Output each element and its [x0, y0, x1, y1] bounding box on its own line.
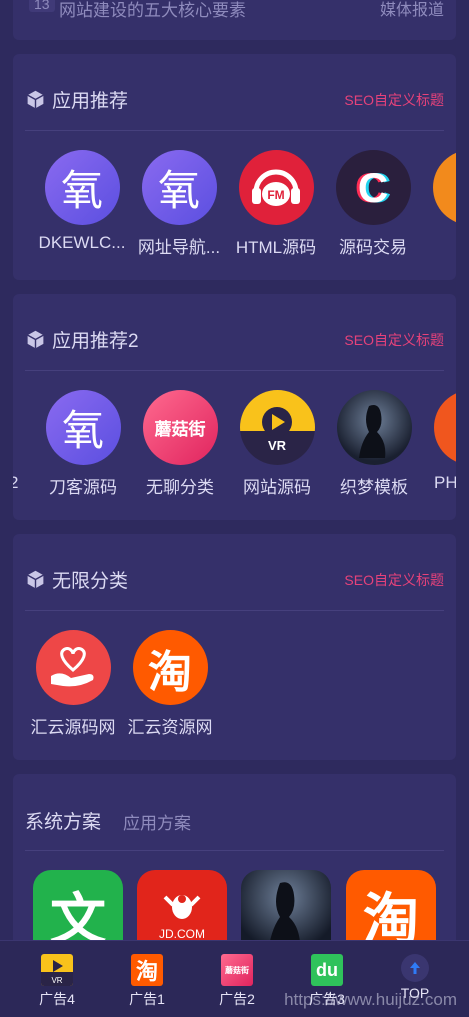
app-name: 汇云源码网 — [30, 718, 116, 737]
app-name: 织梦模板 — [340, 478, 408, 497]
section-title-text: 应用推荐 — [52, 91, 129, 112]
app-name: 汇云资源网 — [127, 718, 213, 737]
partial-app-icon — [433, 390, 456, 465]
app-name: HTML源码 — [235, 238, 317, 257]
nav-ad1[interactable]: 淘 广告1 — [117, 954, 177, 1009]
app-item[interactable]: 织梦模板 — [325, 390, 423, 498]
news-index: 13 — [29, 0, 55, 12]
svg-text:FM: FM — [267, 188, 284, 202]
section-title: 应用推荐2 — [25, 326, 139, 353]
section-title-text: 无限分类 — [52, 571, 129, 592]
oxygen-app-icon: 氧 — [44, 150, 120, 225]
app-name: 刀 — [421, 233, 456, 258]
vr-play-icon: VR — [239, 390, 315, 465]
card-header: 系统方案 应用方案 — [25, 774, 444, 851]
nav-label: 广告1 — [129, 991, 165, 1007]
card-header: 无限分类 SEO自定义标题 — [25, 534, 444, 611]
mogujie-icon: 蘑菇街 — [142, 390, 218, 465]
app-item[interactable]: PH — [422, 390, 456, 493]
app-item[interactable]: 汇云源码网 — [24, 630, 122, 738]
app-item[interactable]: C 源码交易 — [324, 150, 422, 258]
glitch-logo-icon: C — [335, 150, 411, 225]
app-row: 氧 DKEWLC... 氧 网址导航... FM HTML源码 C 源码交易 刀 — [13, 150, 456, 270]
cube-icon — [27, 90, 44, 109]
taobao-icon: 淘 — [131, 954, 163, 986]
app-name: PH — [434, 473, 456, 492]
tab-system-solution[interactable]: 系统方案 — [25, 807, 101, 834]
app-item[interactable]: VR 网站源码 — [228, 390, 326, 498]
tab-app-solution[interactable]: 应用方案 — [123, 809, 191, 834]
seo-custom-title-link[interactable]: SEO自定义标题 — [344, 570, 444, 590]
mogujie-icon: 蘑菇街 — [221, 954, 253, 986]
seo-custom-title-link[interactable]: SEO自定义标题 — [344, 90, 444, 110]
nav-label: 广告4 — [39, 991, 75, 1007]
app-row: 2 氧 刀客源码 蘑菇街 无聊分类 VR 网站源码 织梦模板 PH — [13, 390, 456, 510]
unlimited-category-card: 无限分类 SEO自定义标题 汇云源码网 淘 汇云资源网 — [13, 534, 456, 760]
card-header: 应用推荐2 SEO自定义标题 — [25, 294, 444, 371]
news-source: 媒体报道 — [379, 2, 444, 19]
silhouette-icon — [336, 390, 412, 465]
nav-ad4[interactable]: VR 广告4 — [27, 954, 87, 1009]
app-name: DKEWLC... — [38, 233, 126, 252]
watermark: https://www.huijuz.com — [284, 990, 457, 1009]
app-item[interactable]: 氧 网址导航... — [130, 150, 228, 258]
app-item[interactable]: 刀 — [421, 150, 456, 258]
vr-play-icon: VR — [41, 954, 73, 986]
news-item[interactable]: 13 网站建设的五大核心要素 媒体报道 — [29, 0, 444, 20]
app-name: 源码交易 — [339, 238, 407, 257]
news-card: 13 网站建设的五大核心要素 媒体报道 — [13, 0, 456, 40]
taobao-icon: 淘 — [132, 630, 208, 705]
cube-icon — [27, 570, 44, 589]
partial-app-icon — [432, 150, 456, 225]
seo-custom-title-link[interactable]: SEO自定义标题 — [344, 330, 444, 350]
app-name: 刀客源码 — [49, 478, 117, 497]
news-title: 网站建设的五大核心要素 — [59, 1, 246, 20]
app-row: 汇云源码网 淘 汇云资源网 — [13, 630, 456, 750]
oxygen-app-icon: 氧 — [141, 150, 217, 225]
section-title: 无限分类 — [25, 566, 128, 593]
section-title: 应用推荐 — [25, 86, 128, 113]
app-recommend-card: 应用推荐 SEO自定义标题 氧 DKEWLC... 氧 网址导航... FM H… — [13, 54, 456, 280]
svg-text:VR: VR — [51, 976, 62, 985]
app-name: 网址导航... — [137, 238, 221, 257]
cube-icon — [27, 330, 44, 349]
app-item[interactable]: 淘 汇云资源网 — [121, 630, 219, 738]
oxygen-app-icon: 氧 — [45, 390, 121, 465]
partial-label: 2 — [13, 473, 19, 492]
card-header: 应用推荐 SEO自定义标题 — [25, 54, 444, 131]
heart-hand-icon — [35, 630, 111, 705]
app-item[interactable]: 氧 刀客源码 — [34, 390, 132, 498]
app-item[interactable]: 氧 DKEWLC... — [33, 150, 131, 253]
section-title-text: 应用推荐2 — [52, 331, 139, 352]
fm-headphone-icon: FM — [238, 150, 314, 225]
arrow-up-icon — [401, 954, 429, 982]
app-name: 无聊分类 — [146, 478, 214, 497]
nav-ad2[interactable]: 蘑菇街 广告2 — [207, 954, 267, 1009]
app-item[interactable]: FM HTML源码 — [227, 150, 325, 258]
app-name: 网站源码 — [243, 478, 311, 497]
app-item[interactable]: 蘑菇街 无聊分类 — [131, 390, 229, 498]
app-recommend2-card: 应用推荐2 SEO自定义标题 2 氧 刀客源码 蘑菇街 无聊分类 VR 网站源码… — [13, 294, 456, 520]
nav-label: 广告2 — [219, 991, 255, 1007]
svg-text:VR: VR — [268, 438, 287, 453]
du-icon: du — [311, 954, 343, 986]
